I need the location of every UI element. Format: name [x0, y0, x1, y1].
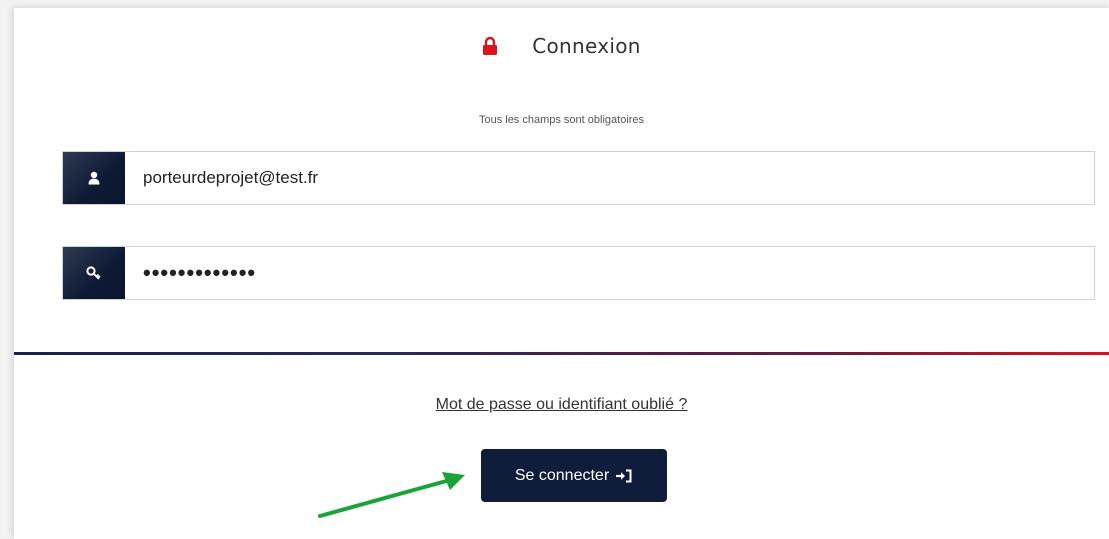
page: Connexion Tous les champs sont obligatoi… [0, 0, 1109, 539]
login-button-label: Se connecter [514, 466, 610, 484]
password-field-group [62, 246, 1095, 300]
forgot-password-link[interactable]: Mot de passe ou identifiant oublié ? [436, 396, 688, 413]
password-field-icon-box [63, 247, 125, 299]
email-input[interactable] [125, 152, 1094, 204]
required-notice: Tous les champs sont obligatoires [478, 114, 645, 126]
key-icon [86, 266, 101, 280]
user-icon [88, 171, 100, 185]
login-button[interactable]: Se connecter [481, 449, 667, 502]
gradient-divider [14, 352, 1109, 355]
title-row: Connexion [14, 34, 1109, 62]
email-field-group [62, 151, 1095, 205]
email-field-icon-box [63, 152, 125, 204]
sign-in-icon [616, 469, 632, 482]
page-title: Connexion [532, 34, 641, 58]
login-card: Connexion Tous les champs sont obligatoi… [14, 8, 1109, 539]
password-input[interactable] [125, 247, 1094, 299]
green-arrow-annotation [318, 472, 465, 518]
lock-icon [483, 36, 498, 55]
